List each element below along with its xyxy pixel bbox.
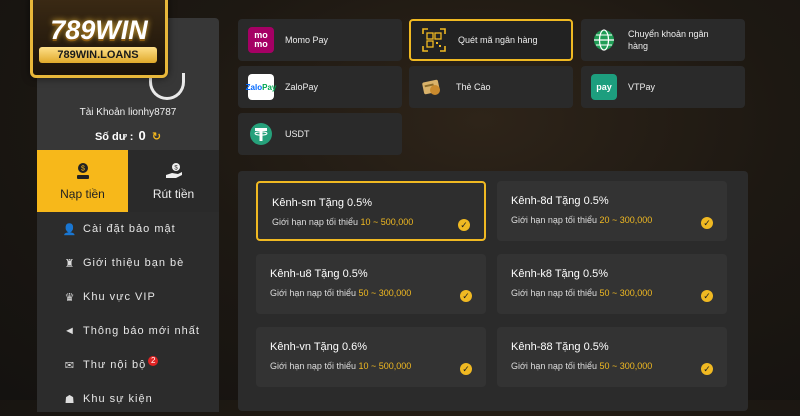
payment-label: ZaloPay [285,82,319,92]
qr-code-icon [421,27,447,53]
check-icon: ✓ [460,363,472,375]
sidebar-menu: 👤 Cài đặt bảo mật ♜ Giới thiệu bạn bè ♛ … [37,212,219,412]
tab-withdraw[interactable]: $ Rút tiền [128,150,219,212]
channel-limit: Giới hạn nạp tối thiểu 10 ~ 500,000 [272,217,413,227]
deposit-icon: $ [76,163,89,179]
menu-events[interactable]: ☗ Khu sự kiện [37,382,219,416]
channel-title: Kênh-8d Tặng 0.5% [511,195,609,207]
payment-bank-transfer[interactable]: Chuyển khoản ngân hàng [581,19,745,61]
withdraw-icon: $ [165,163,182,178]
menu-refer-friends[interactable]: ♜ Giới thiệu bạn bè [37,246,219,280]
limit-label: Giới hạn nạp tối thiểu [270,288,356,298]
check-icon: ✓ [458,219,470,231]
vtpay-icon: pay [591,74,617,100]
channel-title: Kênh-k8 Tặng 0.5% [511,268,609,280]
payment-bank-qr[interactable]: Quét mã ngân hàng [409,19,573,61]
payment-momo[interactable]: mo mo Momo Pay [238,19,402,61]
channel-limit: Giới hạn nạp tối thiểu 50 ~ 300,000 [511,361,652,371]
channel-title: Kênh-vn Tặng 0.6% [270,341,368,353]
menu-vip[interactable]: ♛ Khu vực VIP [37,280,219,314]
channel-limit: Giới hạn nạp tối thiểu 10 ~ 500,000 [270,361,411,371]
limit-range: 20 ~ 300,000 [599,215,653,225]
tab-withdraw-label: Rút tiền [152,187,195,201]
deposit-withdraw-tabs: $ Nạp tiền $ Rút tiền [37,150,219,212]
brand-logo[interactable]: 789WIN 789WIN.LOANS [30,0,168,78]
menu-label: Giới thiệu bạn bè [83,257,185,269]
unread-badge: 2 [148,356,159,366]
menu-label: Thư nội bộ [83,359,147,371]
payment-label: Chuyển khoản ngân hàng [628,29,709,51]
payment-label: USDT [285,129,310,139]
trophy-icon: ☗ [64,393,76,406]
account-name: Tài Khoản lionhy8787 [79,107,177,118]
limit-range: 50 ~ 300,000 [599,361,653,371]
limit-range: 10 ~ 500,000 [360,217,414,227]
user-settings-icon: 👤 [62,223,78,236]
channel-card[interactable]: Kênh-8d Tặng 0.5% Giới hạn nạp tối thiểu… [497,181,727,241]
menu-notifications[interactable]: ◄ Thông báo mới nhất [37,314,219,348]
limit-label: Giới hạn nạp tối thiểu [272,217,358,227]
channel-limit: Giới hạn nạp tối thiểu 50 ~ 300,000 [511,288,652,298]
channel-card[interactable]: Kênh-u8 Tặng 0.5% Giới hạn nạp tối thiểu… [256,254,486,314]
menu-security-settings[interactable]: 👤 Cài đặt bảo mật [37,212,219,246]
check-icon: ✓ [460,290,472,302]
crown-icon: ♛ [64,291,76,304]
channel-list: Kênh-sm Tặng 0.5% Giới hạn nạp tối thiểu… [238,171,748,411]
limit-label: Giới hạn nạp tối thiểu [511,215,597,225]
limit-range: 10 ~ 500,000 [358,361,412,371]
payment-scratch-card[interactable]: Thẻ Cào [409,66,573,108]
limit-label: Giới hạn nạp tối thiểu [511,361,597,371]
channel-card[interactable]: Kênh-sm Tặng 0.5% Giới hạn nạp tối thiểu… [256,181,486,241]
logo-domain: 789WIN.LOANS [39,47,157,63]
balance-label: Số dư : [94,131,134,143]
balance: Số dư : 0 ↻ [37,128,219,143]
menu-label: Thông báo mới nhất [83,325,200,337]
channel-title: Kênh-u8 Tặng 0.5% [270,268,368,280]
menu-inbox[interactable]: ✉ Thư nội bộ 2 [37,348,219,382]
megaphone-icon: ◄ [64,325,76,337]
payment-label: Thẻ Cào [456,82,491,92]
menu-label: Khu sự kiện [83,393,153,405]
channel-title: Kênh-sm Tặng 0.5% [272,197,373,209]
payment-label: Momo Pay [285,35,329,45]
payment-vtpay[interactable]: pay VTPay [581,66,745,108]
mail-icon: ✉ [64,359,76,372]
check-icon: ✓ [701,363,713,375]
payment-label: Quét mã ngân hàng [458,35,538,45]
friends-icon: ♜ [64,257,76,270]
menu-label: Cài đặt bảo mật [83,223,176,235]
logo-text: 789WIN [50,15,148,45]
limit-range: 50 ~ 300,000 [358,288,412,298]
payment-label: VTPay [628,82,656,92]
channel-card[interactable]: Kênh-88 Tặng 0.5% Giới hạn nạp tối thiểu… [497,327,727,387]
limit-label: Giới hạn nạp tối thiểu [511,288,597,298]
payment-zalopay[interactable]: Zalo Pay ZaloPay [238,66,402,108]
limit-range: 50 ~ 300,000 [599,288,653,298]
zalopay-icon: Zalo Pay [246,74,276,100]
globe-icon [591,27,617,53]
channel-card[interactable]: Kênh-vn Tặng 0.6% Giới hạn nạp tối thiểu… [256,327,486,387]
refresh-icon[interactable]: ↻ [152,131,161,143]
momo-icon: mo mo [248,27,274,53]
menu-label: Khu vực VIP [83,291,156,303]
svg-text:$: $ [81,166,85,173]
payment-usdt[interactable]: USDT [238,113,402,155]
channel-title: Kênh-88 Tặng 0.5% [511,341,609,353]
tab-deposit[interactable]: $ Nạp tiền [37,150,128,212]
channel-limit: Giới hạn nạp tối thiểu 20 ~ 300,000 [511,215,652,225]
tab-deposit-label: Nạp tiền [60,187,105,201]
check-icon: ✓ [701,290,713,302]
balance-value: 0 [138,128,146,143]
check-icon: ✓ [701,217,713,229]
card-icon [419,74,445,100]
tether-icon [248,121,274,147]
channel-limit: Giới hạn nạp tối thiểu 50 ~ 300,000 [270,288,411,298]
channel-card[interactable]: Kênh-k8 Tặng 0.5% Giới hạn nạp tối thiểu… [497,254,727,314]
limit-label: Giới hạn nạp tối thiểu [270,361,356,371]
